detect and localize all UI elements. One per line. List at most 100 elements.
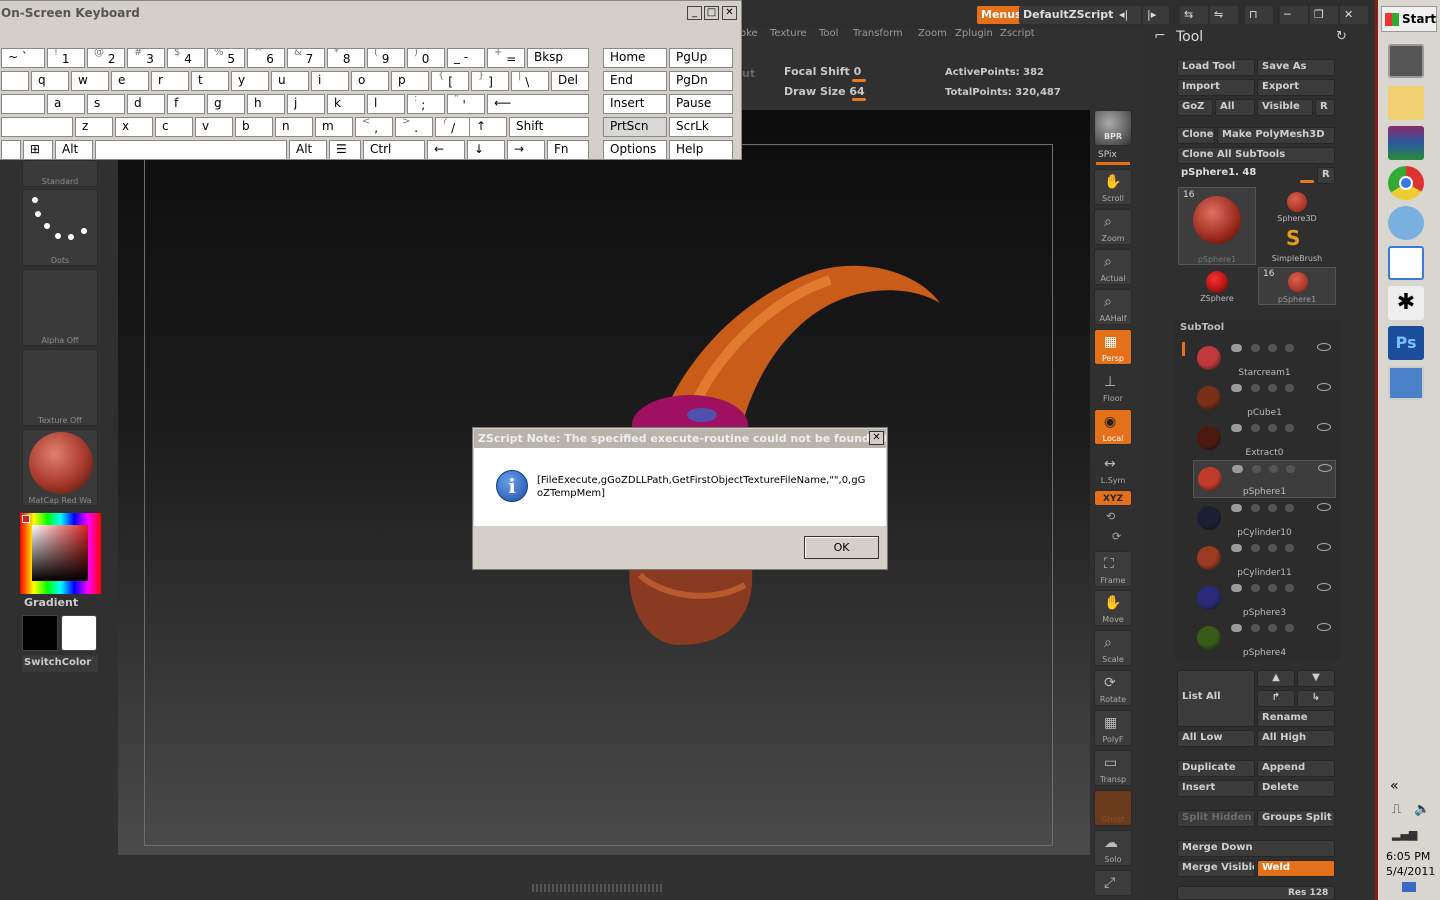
delete-button[interactable]: Delete xyxy=(1257,780,1335,797)
eye-icon[interactable] xyxy=(1317,543,1331,551)
key[interactable]: z xyxy=(75,117,113,137)
texture-toggle[interactable] xyxy=(1268,584,1277,592)
key[interactable]: # 3 xyxy=(127,48,165,68)
stroke-dots-slot[interactable]: Dots xyxy=(22,189,98,266)
nav-key-insert[interactable]: Insert xyxy=(603,94,667,114)
fit-button[interactable]: ⤢ xyxy=(1094,870,1132,896)
key[interactable]: Alt xyxy=(289,140,327,160)
menu-transform[interactable]: Transform xyxy=(853,28,903,39)
key[interactable]: u xyxy=(271,71,309,91)
key[interactable]: Bksp xyxy=(527,48,589,68)
key[interactable]: < , xyxy=(355,117,393,137)
key[interactable]: v xyxy=(195,117,233,137)
make-polymesh-button[interactable]: Make PolyMesh3D xyxy=(1217,127,1335,144)
lsym-button[interactable]: ↔ L.Sym xyxy=(1094,451,1132,487)
polyf-button[interactable]: ▦ PolyF xyxy=(1094,710,1132,746)
rotate-y-icon[interactable]: ⟲ xyxy=(1106,510,1115,523)
key[interactable]: g xyxy=(207,94,245,114)
polypaint-toggle[interactable] xyxy=(1251,624,1260,632)
key[interactable]: Fn xyxy=(547,140,589,160)
spix-slider[interactable] xyxy=(1096,162,1130,165)
key[interactable]: : ; xyxy=(407,94,445,114)
key[interactable]: a xyxy=(47,94,85,114)
color-picker[interactable] xyxy=(20,513,101,594)
key[interactable]: | \ xyxy=(511,71,549,91)
frame-button[interactable]: ⛶ Frame xyxy=(1094,551,1132,587)
key[interactable]: y xyxy=(231,71,269,91)
subtool-scroll-marker[interactable] xyxy=(1182,342,1185,356)
subtool-row[interactable]: pCylinder11 xyxy=(1193,540,1336,578)
show-desktop-icon[interactable] xyxy=(1402,882,1416,892)
rename-button[interactable]: Rename xyxy=(1257,710,1335,727)
key[interactable]: ⟵ xyxy=(487,94,589,114)
messenger-icon[interactable] xyxy=(1388,206,1424,240)
menu-zoom[interactable]: Zoom xyxy=(918,28,947,39)
goz-visible-button[interactable]: Visible xyxy=(1257,99,1313,116)
arrow-right-up-icon[interactable]: ↱ xyxy=(1257,690,1295,707)
floor-button[interactable]: ⊥ Floor xyxy=(1094,369,1132,405)
visibility-toggle[interactable] xyxy=(1231,584,1242,592)
polypaint-toggle[interactable] xyxy=(1251,384,1260,392)
draw-size-handle[interactable] xyxy=(852,98,866,101)
bpr-button[interactable]: BPR xyxy=(1094,110,1132,146)
key[interactable]: j xyxy=(287,94,325,114)
key[interactable]: m xyxy=(315,117,353,137)
refresh-icon[interactable]: ↻ xyxy=(1336,29,1347,44)
photoshop-icon[interactable]: Ps xyxy=(1388,326,1424,360)
current-tool-handle[interactable] xyxy=(1300,180,1314,183)
split-hidden-button[interactable]: Split Hidden xyxy=(1177,810,1255,827)
polypaint-toggle[interactable] xyxy=(1251,504,1260,512)
key[interactable]: % 5 xyxy=(207,48,245,68)
key[interactable]: n xyxy=(275,117,313,137)
eye-icon[interactable] xyxy=(1317,383,1331,391)
keyboard-icon[interactable] xyxy=(1388,366,1424,400)
chrome-icon[interactable] xyxy=(1388,166,1424,200)
focal-shift-handle[interactable] xyxy=(852,79,866,82)
visibility-toggle[interactable] xyxy=(1231,624,1242,632)
menu-zplugin[interactable]: Zplugin xyxy=(955,28,993,39)
minimize-icon[interactable]: ─ xyxy=(1280,6,1308,24)
key[interactable]: ) 0 xyxy=(407,48,445,68)
local-button[interactable]: ◉ Local xyxy=(1094,409,1132,445)
key[interactable]: Alt xyxy=(55,140,93,160)
nav-key-home[interactable]: Home xyxy=(603,48,667,68)
key[interactable]: * 8 xyxy=(327,48,365,68)
eye-icon[interactable] xyxy=(1317,503,1331,511)
aahalf-button[interactable]: ⌕ AAHalf xyxy=(1094,289,1132,325)
key[interactable] xyxy=(1,117,73,137)
visibility-toggle[interactable] xyxy=(1231,544,1242,552)
volume-icon[interactable]: 🔈 xyxy=(1414,802,1430,817)
load-tool-button[interactable]: Load Tool xyxy=(1177,59,1255,76)
layout-icon[interactable]: ⇆ xyxy=(1180,6,1208,24)
clock-date[interactable]: 5/4/2011 xyxy=(1386,865,1435,878)
notepad-icon[interactable] xyxy=(1388,246,1424,280)
main-color-swatch[interactable] xyxy=(22,615,58,651)
dialog-close-icon[interactable]: ✕ xyxy=(869,431,884,445)
subtool-row[interactable]: pSphere3 xyxy=(1193,580,1336,618)
merge-down-button[interactable]: Merge Down xyxy=(1177,840,1335,857)
current-tool-slider[interactable]: pSphere1. 48 xyxy=(1181,167,1256,178)
eye-icon[interactable] xyxy=(1317,623,1331,631)
signal-icon[interactable]: ▂▄▆ xyxy=(1392,828,1417,841)
computer-icon[interactable] xyxy=(1388,44,1424,78)
material-toggle[interactable] xyxy=(1285,384,1294,392)
subtool-row[interactable]: Starcream1 xyxy=(1193,340,1336,378)
key[interactable]: l xyxy=(367,94,405,114)
rotate-button[interactable]: ⟳ Rotate xyxy=(1094,670,1132,706)
lock-icon[interactable]: ⊓ xyxy=(1245,6,1273,24)
focal-shift-slider[interactable]: Focal Shift 0 xyxy=(784,65,861,78)
alpha-slot[interactable]: Alpha Off xyxy=(22,269,98,346)
key[interactable]: o xyxy=(351,71,389,91)
key[interactable]: x xyxy=(115,117,153,137)
xyz-button[interactable]: XYZ xyxy=(1094,490,1132,506)
save-as-button[interactable]: Save As xyxy=(1257,59,1335,76)
nav-key-help[interactable]: Help xyxy=(669,140,733,160)
key[interactable]: k xyxy=(327,94,365,114)
start-button[interactable]: Start xyxy=(1381,6,1437,32)
texture-toggle[interactable] xyxy=(1268,424,1277,432)
goz-all-button[interactable]: All xyxy=(1215,99,1255,116)
ok-button[interactable]: OK xyxy=(804,536,879,559)
folder-icon[interactable] xyxy=(1388,86,1424,120)
texture-slot[interactable]: Texture Off xyxy=(22,349,98,426)
key[interactable]: e xyxy=(111,71,149,91)
